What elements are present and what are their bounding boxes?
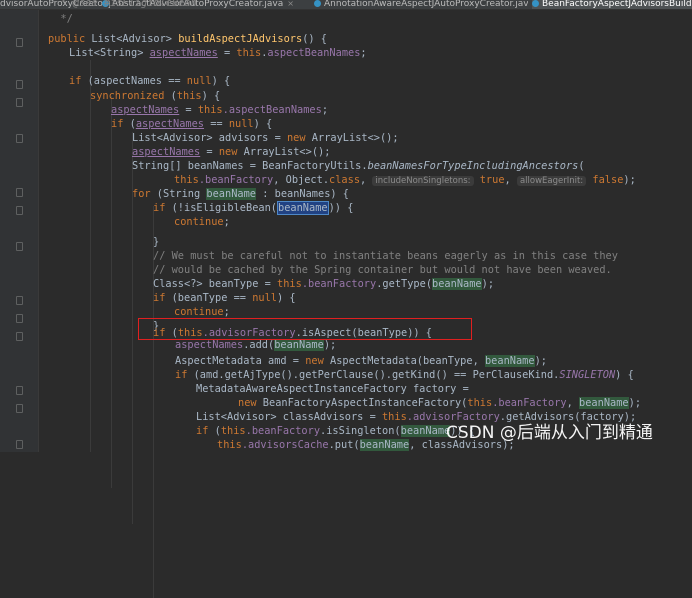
parameter-hint: allowEagerInit: <box>516 176 587 186</box>
watermark: CSDN @后端从入门到精通 <box>446 423 653 443</box>
parameter-hint: includeNonSingletons: <box>372 176 474 186</box>
code-line: List<String> aspectNames = this.aspectBe… <box>69 47 367 59</box>
code-line: continue; <box>174 216 230 228</box>
code-line: */ <box>48 13 73 25</box>
code-editor[interactable]: * @see #isEligibleBean */ public List<Ad… <box>0 0 692 452</box>
highlight-box <box>138 318 472 340</box>
selected-identifier[interactable]: beanName <box>277 201 329 215</box>
